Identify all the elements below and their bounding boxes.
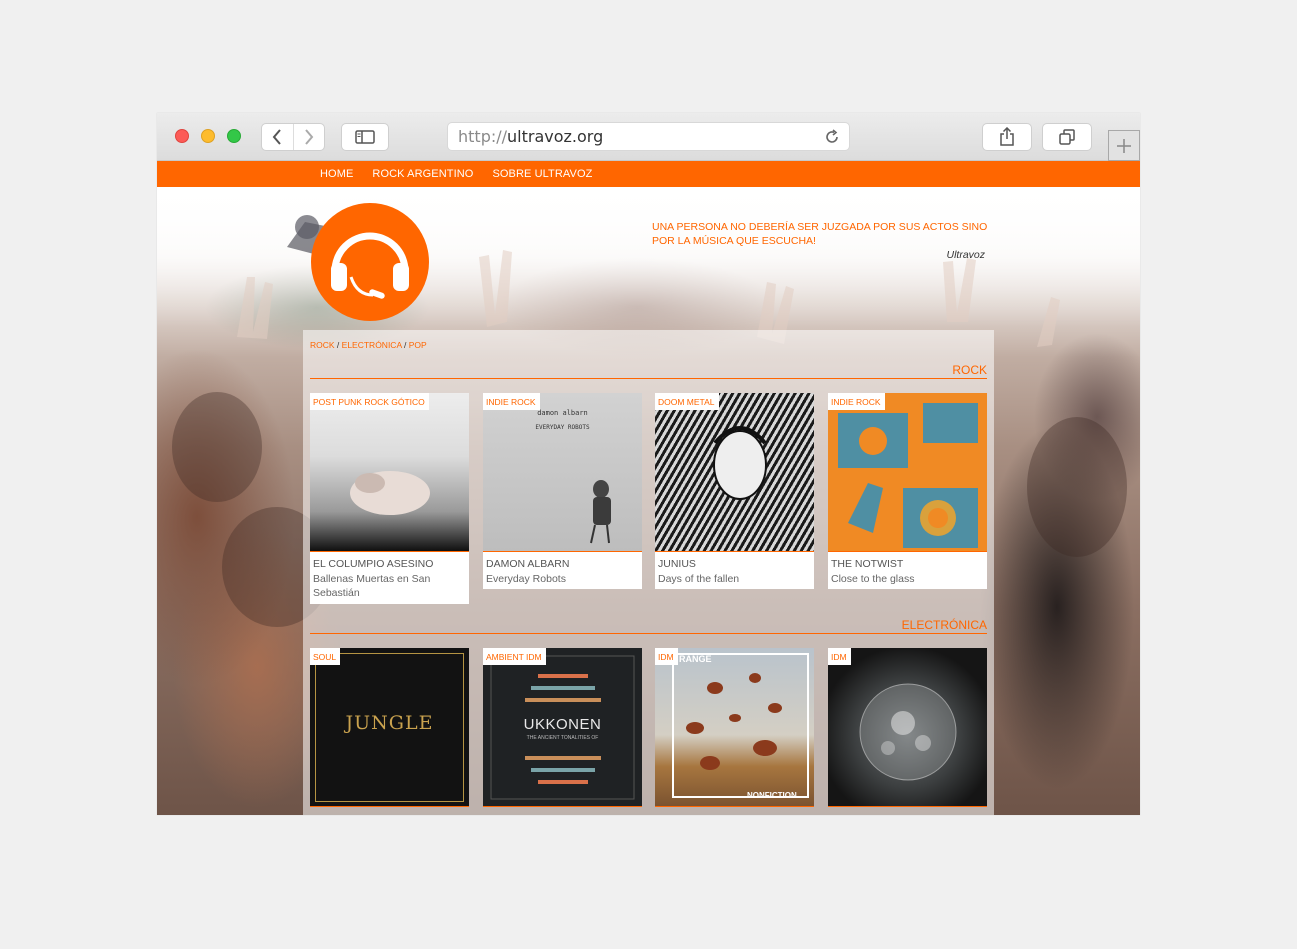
genre-tag[interactable]: DOOM METAL: [655, 393, 719, 410]
album-title: Days of the fallen: [658, 572, 740, 585]
genre-tag[interactable]: IDM: [828, 648, 851, 665]
album-cover[interactable]: POST PUNK ROCK GÓTICO: [310, 393, 469, 552]
album-artist: THE NOTWIST: [831, 558, 904, 570]
headphones-icon: [331, 232, 409, 299]
album-meta: DAMON ALBARN Everyday Robots: [483, 552, 642, 589]
history-nav: [261, 123, 325, 151]
album-title: Ballenas Muertas en San Sebastián: [313, 572, 431, 600]
tabs-icon: [1059, 129, 1075, 145]
nav-home[interactable]: HOME: [320, 168, 353, 180]
zoom-window-button[interactable]: [227, 129, 241, 143]
genre-tag[interactable]: INDIE ROCK: [483, 393, 540, 410]
album-cover[interactable]: INDIE ROCK: [828, 393, 987, 552]
album-meta: EL COLUMPIO ASESINO Ballenas Muertas en …: [310, 552, 469, 604]
cover-art: [838, 403, 978, 548]
browser-toolbar: http://ultravoz.org: [157, 113, 1140, 161]
nav-sobre-ultravoz[interactable]: SOBRE ULTRAVOZ: [492, 168, 592, 180]
content-panel: ROCK / ELECTRÓNICA / POP ROCK POST PUNK …: [303, 330, 994, 815]
cover-art: [859, 683, 957, 781]
album-artist: EL COLUMPIO ASESINO: [313, 558, 434, 570]
section-heading-rock[interactable]: ROCK: [310, 363, 987, 379]
album-meta: JUNIUS Days of the fallen: [655, 552, 814, 589]
minimize-window-button[interactable]: [201, 129, 215, 143]
site-nav: HOME ROCK ARGENTINO SOBRE ULTRAVOZ: [157, 161, 1140, 187]
breadcrumb-separator: /: [401, 340, 409, 350]
cover-text: damon albarn: [537, 409, 588, 417]
address-bar[interactable]: http://ultravoz.org: [447, 122, 850, 151]
back-button[interactable]: [262, 124, 293, 150]
cover-art: [713, 426, 767, 500]
back-icon: [272, 129, 282, 145]
album-card[interactable]: AMBIENT IDM UKKONEN THE ANCIENT TONALITI…: [483, 648, 642, 807]
breadcrumb-electronica[interactable]: ELECTRÓNICA: [342, 340, 402, 350]
cover-art: [672, 653, 809, 798]
tabs-button[interactable]: [1042, 123, 1092, 151]
album-card[interactable]: INDIE ROCK THE NOTWIST Close to the glas…: [828, 393, 987, 589]
album-card[interactable]: POST PUNK ROCK GÓTICO EL COLUMPIO ASESIN…: [310, 393, 469, 604]
album-cover[interactable]: DOOM METAL: [655, 393, 814, 552]
album-meta: THE NOTWIST Close to the glass: [828, 552, 987, 589]
breadcrumb-separator: /: [334, 340, 342, 350]
quote-author: Ultravoz: [946, 249, 985, 261]
genre-tag[interactable]: INDIE ROCK: [828, 393, 885, 410]
breadcrumb-rock[interactable]: ROCK: [310, 340, 335, 350]
ultravoz-logo[interactable]: [311, 203, 429, 321]
album-card[interactable]: INDIE ROCK damon albarn EVERYDAY ROBOTS …: [483, 393, 642, 589]
cover-art: [350, 471, 430, 515]
close-window-button[interactable]: [175, 129, 189, 143]
album-title: Everyday Robots: [486, 572, 566, 585]
cover-text: NONFICTION: [747, 791, 797, 800]
new-tab-button[interactable]: [1108, 130, 1140, 161]
share-icon: [1000, 127, 1014, 146]
header-quote: UNA PERSONA NO DEBERÍA SER JUZGADA POR S…: [652, 221, 988, 247]
album-cover[interactable]: AMBIENT IDM UKKONEN THE ANCIENT TONALITI…: [483, 648, 642, 807]
genre-tag[interactable]: POST PUNK ROCK GÓTICO: [310, 393, 429, 410]
album-cover[interactable]: IDM RANGE NONFICTION: [655, 648, 814, 807]
nav-rock-argentino[interactable]: ROCK ARGENTINO: [372, 168, 473, 180]
album-title: Close to the glass: [831, 572, 915, 585]
album-cover[interactable]: SOUL JUNGLE: [310, 648, 469, 807]
genre-tag[interactable]: AMBIENT IDM: [483, 648, 546, 665]
breadcrumb-pop[interactable]: POP: [409, 340, 427, 350]
cover-text: JUNGLE: [345, 712, 434, 734]
cover-text: RANGE: [679, 654, 712, 664]
album-card[interactable]: IDM: [828, 648, 987, 807]
genre-tag[interactable]: IDM: [655, 648, 678, 665]
album-card[interactable]: IDM RANGE NONFICTION: [655, 648, 814, 807]
album-cover[interactable]: IDM: [828, 648, 987, 807]
album-cover[interactable]: INDIE ROCK damon albarn EVERYDAY ROBOTS: [483, 393, 642, 552]
section-heading-electronica[interactable]: ELECTRÓNICA: [310, 618, 987, 634]
forward-button[interactable]: [292, 124, 325, 150]
album-card[interactable]: DOOM METAL JUNIUS Days of the fallen: [655, 393, 814, 589]
album-artist: JUNIUS: [658, 558, 696, 570]
new-tab-icon: [1117, 138, 1131, 153]
sidebar-icon: [355, 130, 375, 144]
reload-icon[interactable]: [823, 128, 841, 146]
forward-icon: [304, 129, 314, 145]
browser-window: http://ultravoz.org HOME ROCK ARGENTINO …: [157, 113, 1140, 815]
cover-text: UKKONEN: [523, 716, 602, 733]
url-scheme: http://: [458, 127, 508, 146]
sidebar-button[interactable]: [341, 123, 389, 151]
album-card[interactable]: SOUL JUNGLE: [310, 648, 469, 807]
genre-tag[interactable]: SOUL: [310, 648, 341, 665]
share-button[interactable]: [982, 123, 1032, 151]
hero-background: UNA PERSONA NO DEBERÍA SER JUZGADA POR S…: [157, 187, 1140, 815]
album-artist: DAMON ALBARN: [486, 558, 570, 570]
breadcrumb: ROCK / ELECTRÓNICA / POP: [310, 340, 427, 350]
url-host: ultravoz.org: [507, 127, 604, 146]
cover-text: THE ANCIENT TONALITIES OF: [526, 735, 599, 741]
cover-text: EVERYDAY ROBOTS: [535, 424, 590, 431]
